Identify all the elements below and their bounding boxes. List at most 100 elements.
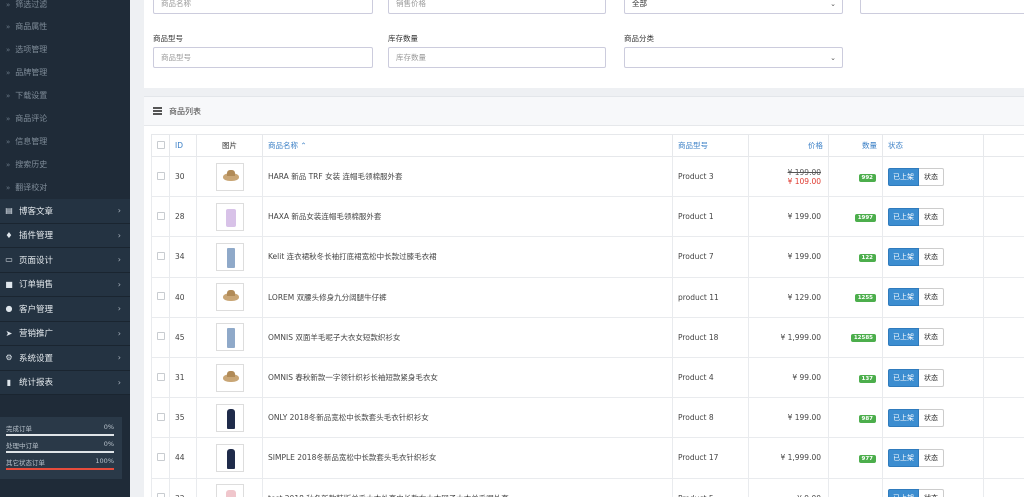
price: ¥ 129.00	[787, 292, 821, 302]
published-button[interactable]: 已上架	[888, 207, 919, 226]
cell-image	[196, 236, 263, 278]
cell-status: 已上架状态	[882, 437, 984, 479]
menu-item[interactable]: ● 客户管理 ›	[0, 297, 130, 322]
submenu-item[interactable]: » 品牌管理	[0, 61, 130, 84]
menu-item[interactable]: ♦ 插件管理 ›	[0, 223, 130, 248]
cell-actions	[983, 196, 1024, 238]
row-checkbox[interactable]	[156, 211, 165, 220]
cell-actions	[983, 155, 1024, 198]
product-thumbnail[interactable]	[215, 323, 244, 352]
product-thumbnail[interactable]	[215, 443, 244, 472]
menu-item-label: 博客文章	[19, 206, 54, 217]
status-button[interactable]: 状态	[919, 288, 944, 307]
status-button[interactable]: 状态	[919, 368, 944, 387]
panel-header: 商品列表	[144, 97, 1024, 126]
extra-filter-input[interactable]	[860, 0, 1024, 14]
submenu-item[interactable]: » 选项管理	[0, 38, 130, 61]
name-input[interactable]: 商品名称	[153, 0, 373, 14]
chevron-right-icon: »	[6, 137, 11, 146]
submenu-item[interactable]: » 筛选过滤	[0, 0, 130, 15]
product-thumbnail[interactable]	[215, 242, 244, 271]
chevron-right-icon: ›	[117, 279, 121, 289]
menu-item-label: 统计报表	[19, 378, 54, 389]
published-button[interactable]: 已上架	[888, 247, 919, 266]
price-input[interactable]: 销售价格	[388, 0, 606, 14]
row-checkbox[interactable]	[156, 332, 165, 341]
status-button[interactable]: 状态	[919, 408, 944, 427]
row-checkbox[interactable]	[156, 412, 165, 421]
cell-status: 已上架状态	[882, 236, 984, 278]
product-thumbnail[interactable]	[215, 283, 244, 312]
submenu-item[interactable]: » 搜索历史	[0, 153, 130, 176]
submenu-item-label: 翻译校对	[15, 183, 48, 192]
row-checkbox[interactable]	[156, 493, 165, 497]
submenu-item[interactable]: » 下载设置	[0, 84, 130, 107]
submenu-item[interactable]: » 翻译校对	[0, 176, 130, 199]
row-checkbox[interactable]	[156, 452, 165, 461]
row-checkbox[interactable]	[156, 372, 165, 381]
product-thumbnail[interactable]	[215, 202, 244, 231]
product-thumbnail[interactable]	[215, 484, 244, 497]
row-checkbox[interactable]	[156, 251, 165, 260]
menu-item[interactable]: ⚙ 系统设置 ›	[0, 346, 130, 371]
cell-id: 31	[169, 356, 197, 399]
model-input[interactable]: 商品型号	[153, 47, 373, 68]
cell-model: Product 1	[672, 196, 749, 238]
published-button[interactable]: 已上架	[888, 167, 919, 186]
chevron-right-icon: »	[6, 0, 11, 9]
cell-name: LOREM 双腰头修身九分阔腿牛仔裤	[262, 276, 673, 318]
submenu-item[interactable]: » 商品属性	[0, 15, 130, 38]
menu-item[interactable]: ▮ 统计报表 ›	[0, 370, 130, 395]
row-checkbox[interactable]	[156, 171, 165, 180]
submenu-item[interactable]: » 信息管理	[0, 130, 130, 153]
published-button[interactable]: 已上架	[888, 288, 919, 307]
menu-item[interactable]: ▤ 博客文章 ›	[0, 199, 130, 224]
col-name[interactable]: 商品名称 ⌃	[262, 134, 673, 157]
published-button[interactable]: 已上架	[888, 408, 919, 427]
cell-image	[196, 437, 263, 479]
product-thumbnail[interactable]	[215, 162, 244, 191]
submenu-item-label: 搜索历史	[15, 160, 48, 169]
menu-item[interactable]: ■ 订单销售 ›	[0, 272, 130, 297]
qty-badge: 977	[858, 454, 876, 463]
status-button[interactable]: 状态	[919, 328, 944, 347]
col-price[interactable]: 价格	[748, 134, 829, 157]
published-button[interactable]: 已上架	[888, 368, 919, 387]
stat-label: 完成订单	[6, 425, 32, 433]
cell-model: Product 3	[672, 155, 749, 198]
row-select-cell	[151, 276, 170, 318]
status-select[interactable]: 全部 ⌄	[624, 0, 843, 14]
chevron-down-icon: ⌄	[830, 0, 836, 8]
product-thumbnail[interactable]	[215, 403, 244, 432]
menu-item-label: 营销推广	[19, 329, 54, 340]
select-all-checkbox[interactable]	[156, 140, 165, 149]
status-button[interactable]: 状态	[919, 207, 944, 226]
qty-input[interactable]: 库存数量	[388, 47, 606, 68]
cell-id: 32	[169, 477, 197, 497]
col-status[interactable]: 状态	[882, 134, 984, 157]
submenu-item[interactable]: » 商品评论	[0, 107, 130, 130]
cell-qty: 1997	[828, 196, 883, 238]
status-button[interactable]: 状态	[919, 448, 944, 467]
cell-price: ¥ 199.00 ¥ 109.00	[748, 155, 829, 198]
col-model[interactable]: 商品型号	[672, 134, 749, 157]
published-button[interactable]: 已上架	[888, 489, 919, 497]
status-button[interactable]: 状态	[919, 247, 944, 266]
status-button[interactable]: 状态	[919, 489, 944, 497]
row-select-cell	[151, 316, 170, 358]
cell-status: 已上架状态	[882, 397, 984, 439]
status-button[interactable]: 状态	[919, 167, 944, 186]
row-checkbox[interactable]	[156, 292, 165, 301]
cell-price: ¥ 1,999.00	[748, 437, 829, 479]
cell-price: ¥ 9.00	[748, 477, 829, 497]
price: ¥ 199.00	[787, 413, 821, 423]
col-qty[interactable]: 数量	[828, 134, 883, 157]
menu-item[interactable]: ▭ 页面设计 ›	[0, 248, 130, 273]
published-button[interactable]: 已上架	[888, 328, 919, 347]
col-id[interactable]: ID	[169, 134, 197, 157]
row-select-cell	[151, 397, 170, 439]
category-select[interactable]: ⌄	[624, 47, 843, 68]
product-thumbnail[interactable]	[215, 363, 244, 392]
published-button[interactable]: 已上架	[888, 448, 919, 467]
menu-item[interactable]: ➤ 营销推广 ›	[0, 321, 130, 346]
